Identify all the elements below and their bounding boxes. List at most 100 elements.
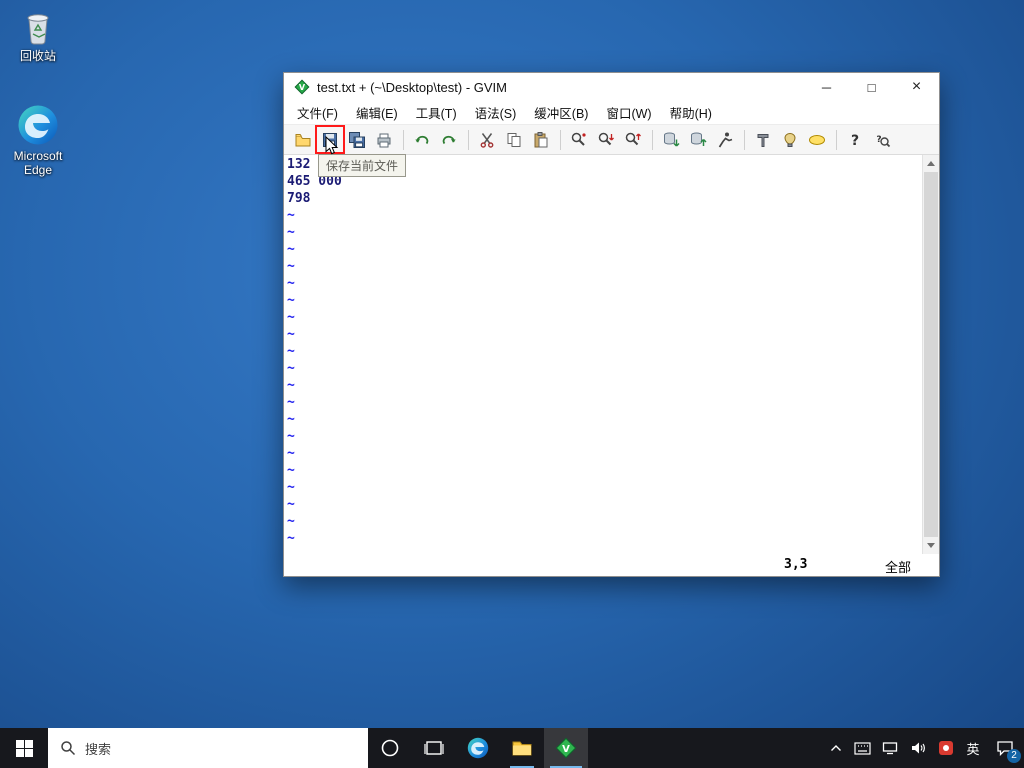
status-bar: 3,3 全部	[284, 554, 939, 576]
empty-line-tilde: ~	[287, 480, 295, 495]
empty-line-tilde: ~	[287, 395, 295, 410]
toolbar-run-script-button[interactable]	[712, 127, 738, 153]
find-replace-icon	[571, 132, 586, 146]
cortana-button[interactable]	[368, 728, 412, 768]
desktop-icon-recycle-bin[interactable]: 回收站	[0, 8, 76, 63]
maximize-button[interactable]: □	[849, 73, 894, 101]
empty-line-tilde: ~	[287, 412, 295, 427]
toolbar-cut-button[interactable]	[474, 127, 500, 153]
mouse-cursor-icon	[325, 136, 339, 155]
print-icon	[377, 133, 391, 147]
scroll-up-button[interactable]	[923, 155, 939, 172]
menu-window[interactable]: 窗口(W)	[597, 100, 660, 125]
toolbar-undo-button[interactable]	[409, 127, 435, 153]
empty-line-tilde: ~	[287, 225, 295, 240]
desktop-icon-label: 回收站	[19, 49, 56, 63]
window-title: test.txt + (~\Desktop\test) - GVIM	[317, 79, 507, 95]
empty-line-tilde: ~	[287, 344, 295, 359]
tray-volume-button[interactable]	[904, 728, 932, 768]
vertical-scrollbar[interactable]	[922, 155, 939, 554]
scroll-position: 全部	[884, 560, 911, 575]
task-view-icon	[424, 741, 444, 755]
task-view-button[interactable]	[412, 728, 456, 768]
tray-chevron-button[interactable]	[824, 728, 848, 768]
empty-line-tilde: ~	[287, 310, 295, 325]
menu-buffers[interactable]: 缓冲区(B)	[525, 100, 597, 125]
svg-text:V: V	[562, 744, 570, 755]
toolbar-separator	[403, 129, 404, 150]
svg-text:V: V	[299, 83, 306, 92]
toolbar-make-button[interactable]	[750, 127, 776, 153]
find-next-icon	[598, 132, 614, 145]
triangle-up-icon	[927, 161, 935, 166]
tray-network-button[interactable]	[876, 728, 904, 768]
paste-icon	[534, 131, 548, 147]
start-button[interactable]	[0, 728, 48, 768]
toolbar-find-replace-button[interactable]	[566, 127, 592, 153]
toolbar-redo-button[interactable]	[436, 127, 462, 153]
toolbar-print-button[interactable]	[371, 127, 397, 153]
toolbar-run-ctags-button[interactable]	[777, 127, 803, 153]
empty-line-tilde: ~	[287, 446, 295, 461]
notification-badge: 2	[1007, 749, 1021, 763]
menu-bar: 文件(F) 编辑(E) 工具(T) 语法(S) 缓冲区(B) 窗口(W) 帮助(H)	[284, 101, 939, 125]
tag-jump-icon	[809, 134, 825, 145]
menu-file[interactable]: 文件(F)	[288, 100, 347, 125]
load-session-icon	[664, 132, 680, 147]
menu-tools[interactable]: 工具(T)	[407, 100, 466, 125]
search-placeholder: 搜索	[85, 741, 112, 757]
toolbar-separator	[744, 129, 745, 150]
notification-center-button[interactable]: 2	[986, 728, 1024, 768]
minimize-button[interactable]: ─	[804, 73, 849, 101]
desktop-icon-edge[interactable]: Microsoft Edge	[0, 104, 76, 177]
toolbar-copy-button[interactable]	[501, 127, 527, 153]
empty-line-tilde: ~	[287, 242, 295, 257]
empty-line-tilde: ~	[287, 276, 295, 291]
tray-ime-indicator[interactable]: 英	[960, 728, 986, 768]
title-bar[interactable]: V test.txt + (~\Desktop\test) - GVIM ─ □…	[284, 73, 939, 101]
taskbar-edge-button[interactable]	[456, 728, 500, 768]
scrollbar-thumb[interactable]	[924, 172, 938, 537]
toolbar-find-next-button[interactable]	[593, 127, 619, 153]
menu-edit[interactable]: 编辑(E)	[347, 100, 407, 125]
tray-touch-keyboard-button[interactable]	[848, 728, 876, 768]
toolbar-find-prev-button[interactable]	[620, 127, 646, 153]
toolbar-tag-jump-button[interactable]	[804, 127, 830, 153]
edge-icon	[467, 737, 489, 759]
taskbar-explorer-button[interactable]	[500, 728, 544, 768]
svg-text:?: ?	[851, 133, 859, 149]
empty-line-tilde: ~	[287, 293, 295, 308]
taskbar-gvim-button[interactable]: V	[544, 728, 588, 768]
run-script-icon	[718, 132, 733, 147]
close-button[interactable]: ×	[894, 73, 939, 101]
empty-line-tilde: ~	[287, 531, 295, 546]
toolbar-paste-button[interactable]	[528, 127, 554, 153]
search-box[interactable]: 搜索	[48, 728, 368, 768]
triangle-down-icon	[927, 543, 935, 548]
toolbar-open-button[interactable]	[290, 127, 316, 153]
toolbar-find-help-button[interactable]: ?	[869, 127, 895, 153]
menu-help[interactable]: 帮助(H)	[661, 100, 721, 125]
menu-syntax[interactable]: 语法(S)	[466, 100, 526, 125]
cut-icon	[480, 132, 494, 148]
toolbar-save-session-button[interactable]	[685, 127, 711, 153]
undo-icon	[415, 135, 429, 144]
cursor-position: 3,3	[784, 557, 808, 572]
editor: 132 465 000 798 ~ ~ ~ ~ ~ ~ ~ ~ ~ ~ ~ ~ ~ ~ ~ ~ ~ ~ ~ ~	[284, 155, 939, 554]
recycle-bin-icon	[27, 14, 49, 45]
toolbar-load-session-button[interactable]	[658, 127, 684, 153]
toolbar-save-all-button[interactable]	[344, 127, 370, 153]
text-area[interactable]: 132 465 000 798 ~ ~ ~ ~ ~ ~ ~ ~ ~ ~ ~ ~ ~ ~ ~ ~ ~ ~ ~ ~	[284, 155, 922, 554]
find-prev-icon	[625, 132, 641, 145]
gvim-window: V test.txt + (~\Desktop\test) - GVIM ─ □…	[283, 72, 940, 577]
copy-icon	[507, 132, 521, 147]
help-icon: ?	[851, 133, 859, 149]
find-help-icon: ?	[876, 135, 891, 147]
edge-icon	[18, 105, 58, 145]
empty-line-tilde: ~	[287, 259, 295, 274]
open-file-icon	[295, 133, 311, 146]
search-icon	[61, 741, 76, 756]
tray-recorder-button[interactable]	[932, 728, 960, 768]
scroll-down-button[interactable]	[923, 537, 939, 554]
toolbar-help-button[interactable]: ?	[842, 127, 868, 153]
